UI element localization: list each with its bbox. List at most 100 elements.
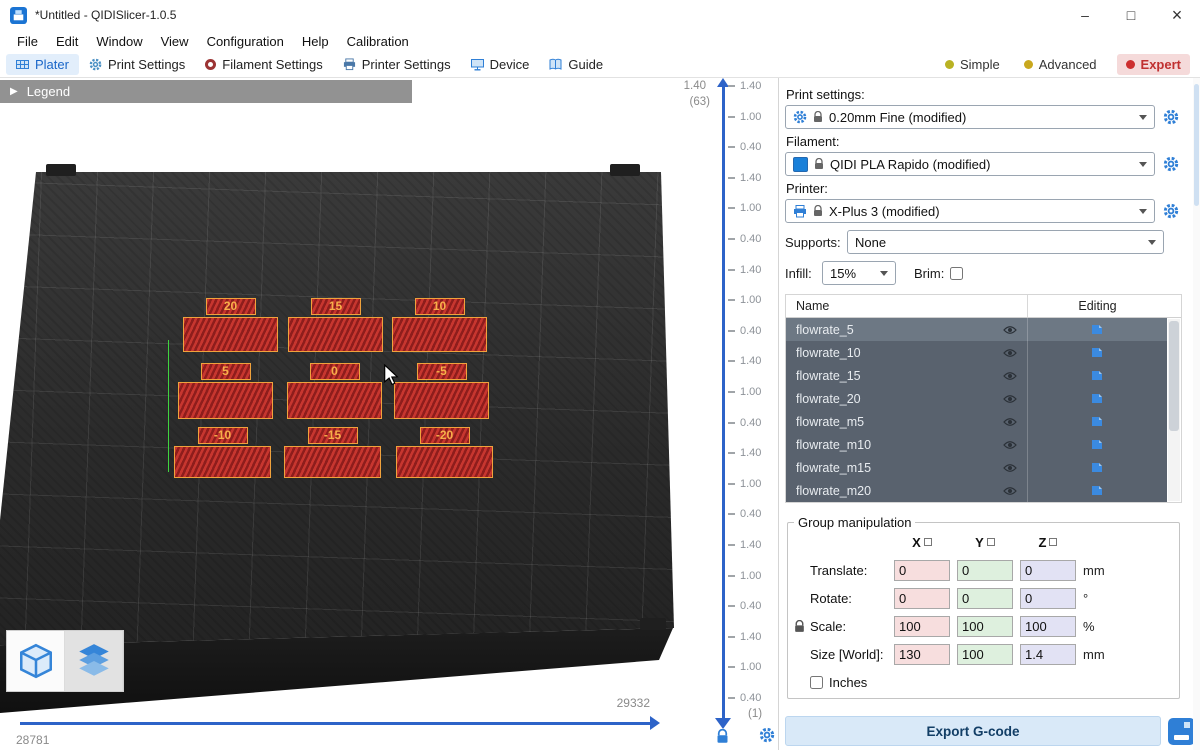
supports-combo[interactable]: None xyxy=(847,230,1164,254)
edit-icon[interactable] xyxy=(1027,318,1167,341)
layer-slider[interactable] xyxy=(722,86,725,720)
layer-gear-icon[interactable] xyxy=(759,727,775,746)
tab-printer-settings[interactable]: Printer Settings xyxy=(333,54,461,75)
y-value-input[interactable] xyxy=(957,616,1013,637)
menu-calibration[interactable]: Calibration xyxy=(338,32,418,51)
uniform-scale-lock-icon[interactable] xyxy=(794,620,810,633)
mode-simple[interactable]: Simple xyxy=(941,54,1004,75)
sidebar-scrollbar[interactable] xyxy=(1193,78,1200,750)
legend-bar[interactable]: ▶ Legend xyxy=(0,80,412,103)
layer-lock-icon[interactable] xyxy=(716,729,729,747)
mode-advanced[interactable]: Advanced xyxy=(1020,54,1101,75)
scrollbar-thumb[interactable] xyxy=(1194,84,1199,206)
tab-filament-settings[interactable]: Filament Settings xyxy=(195,54,332,75)
object-list-row[interactable]: flowrate_5 xyxy=(786,318,1167,341)
model-object-body[interactable] xyxy=(288,317,383,352)
eye-icon[interactable] xyxy=(993,463,1027,473)
edit-icon[interactable] xyxy=(1027,456,1167,479)
menu-view[interactable]: View xyxy=(152,32,198,51)
printer-gear-button[interactable] xyxy=(1160,200,1182,222)
model-object-body[interactable] xyxy=(287,382,382,419)
eye-icon[interactable] xyxy=(993,394,1027,404)
model-object-body[interactable] xyxy=(174,446,271,478)
object-list-row[interactable]: flowrate_20 xyxy=(786,387,1167,410)
tab-device[interactable]: Device xyxy=(461,54,540,75)
menu-edit[interactable]: Edit xyxy=(47,32,87,51)
eye-icon[interactable] xyxy=(993,417,1027,427)
model-object[interactable]: -5 xyxy=(394,363,489,419)
horizontal-move-slider[interactable] xyxy=(20,722,650,725)
edit-icon[interactable] xyxy=(1027,387,1167,410)
edit-icon[interactable] xyxy=(1027,364,1167,387)
edit-icon[interactable] xyxy=(1027,410,1167,433)
edit-icon[interactable] xyxy=(1027,433,1167,456)
inches-toggle[interactable]: Inches xyxy=(810,675,1171,690)
layer-slider-thumb[interactable] xyxy=(715,718,731,729)
edit-icon[interactable] xyxy=(1027,479,1167,502)
viewport-3d[interactable]: 20151050-5-10-15-20 ▶ Legend 29332 28781… xyxy=(0,78,779,750)
object-list-row[interactable]: flowrate_m15 xyxy=(786,456,1167,479)
model-object-body[interactable] xyxy=(392,317,487,352)
print-settings-gear-button[interactable] xyxy=(1160,106,1182,128)
object-list-row[interactable]: flowrate_10 xyxy=(786,341,1167,364)
object-list-row[interactable]: flowrate_m10 xyxy=(786,433,1167,456)
model-object[interactable]: 10 xyxy=(392,298,487,352)
eye-icon[interactable] xyxy=(993,371,1027,381)
model-object[interactable]: 0 xyxy=(287,363,382,419)
z-value-input[interactable] xyxy=(1020,588,1076,609)
object-list-row[interactable]: flowrate_15 xyxy=(786,364,1167,387)
mode-expert[interactable]: Expert xyxy=(1117,54,1190,75)
x-value-input[interactable] xyxy=(894,560,950,581)
model-object-body[interactable] xyxy=(183,317,278,352)
maximize-button[interactable]: □ xyxy=(1108,0,1154,30)
eye-icon[interactable] xyxy=(993,348,1027,358)
inches-checkbox[interactable] xyxy=(810,676,823,689)
export-sd-icon[interactable] xyxy=(1168,718,1195,745)
model-object-body[interactable] xyxy=(394,382,489,419)
y-value-input[interactable] xyxy=(957,644,1013,665)
minimize-button[interactable]: – xyxy=(1062,0,1108,30)
move-slider-arrow-icon[interactable] xyxy=(650,716,660,730)
eye-icon[interactable] xyxy=(993,325,1027,335)
infill-combo[interactable]: 15% xyxy=(822,261,896,285)
layers-view-button[interactable] xyxy=(65,631,123,691)
eye-icon[interactable] xyxy=(993,486,1027,496)
filament-combo[interactable]: QIDI PLA Rapido (modified) xyxy=(785,152,1155,176)
tab-plater[interactable]: Plater xyxy=(6,54,79,75)
tab-guide[interactable]: Guide xyxy=(539,54,613,75)
model-object[interactable]: 15 xyxy=(288,298,383,352)
expand-arrow-icon[interactable]: ▶ xyxy=(10,86,18,97)
model-object-body[interactable] xyxy=(396,446,493,478)
x-value-input[interactable] xyxy=(894,588,950,609)
object-list-row[interactable]: flowrate_m20 xyxy=(786,479,1167,502)
x-value-input[interactable] xyxy=(894,616,950,637)
eye-icon[interactable] xyxy=(993,440,1027,450)
model-object[interactable]: 5 xyxy=(178,363,273,419)
model-object[interactable]: -20 xyxy=(396,427,493,478)
model-object-body[interactable] xyxy=(284,446,381,478)
menu-configuration[interactable]: Configuration xyxy=(198,32,293,51)
printer-combo[interactable]: X-Plus 3 (modified) xyxy=(785,199,1155,223)
close-button[interactable]: × xyxy=(1154,0,1200,30)
x-value-input[interactable] xyxy=(894,644,950,665)
y-value-input[interactable] xyxy=(957,588,1013,609)
export-gcode-button[interactable]: Export G-code xyxy=(785,716,1161,746)
scrollbar-thumb[interactable] xyxy=(1169,321,1179,431)
y-value-input[interactable] xyxy=(957,560,1013,581)
object-list-scrollbar[interactable] xyxy=(1168,319,1180,501)
object-list-row[interactable]: flowrate_m5 xyxy=(786,410,1167,433)
menu-file[interactable]: File xyxy=(8,32,47,51)
print-settings-combo[interactable]: 0.20mm Fine (modified) xyxy=(785,105,1155,129)
brim-checkbox[interactable] xyxy=(950,267,963,280)
model-object[interactable]: -10 xyxy=(174,427,271,478)
model-object-body[interactable] xyxy=(178,382,273,419)
model-object[interactable]: -15 xyxy=(284,427,381,478)
edit-icon[interactable] xyxy=(1027,341,1167,364)
model-object[interactable]: 20 xyxy=(183,298,278,352)
menu-window[interactable]: Window xyxy=(87,32,151,51)
z-value-input[interactable] xyxy=(1020,644,1076,665)
menu-help[interactable]: Help xyxy=(293,32,338,51)
filament-gear-button[interactable] xyxy=(1160,153,1182,175)
z-value-input[interactable] xyxy=(1020,560,1076,581)
tab-print-settings[interactable]: Print Settings xyxy=(79,54,195,75)
